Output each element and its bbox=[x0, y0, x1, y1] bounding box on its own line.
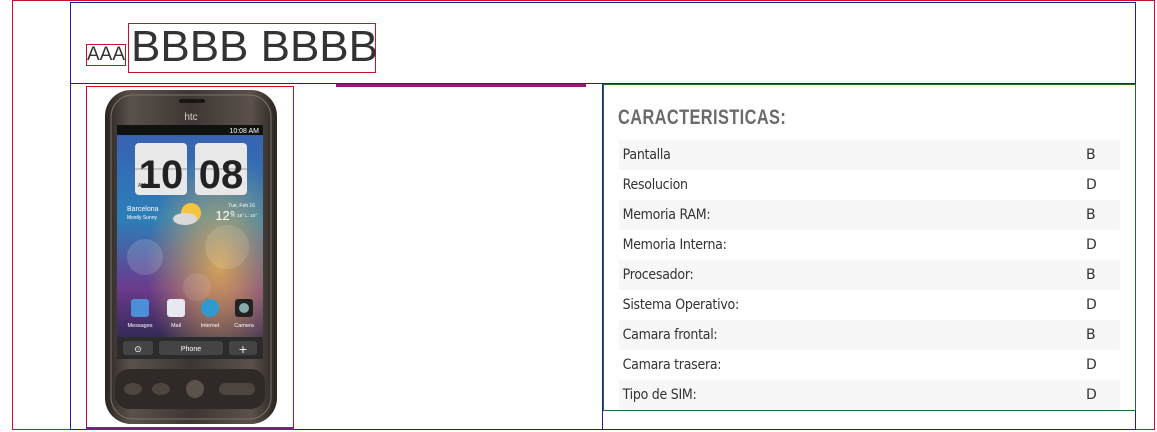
spec-label: Camara trasera: bbox=[622, 357, 722, 373]
image-underline bbox=[86, 428, 294, 430]
spec-row-tipo-sim: Tipo de SIM: D bbox=[619, 380, 1120, 410]
app-label-messages: Messages bbox=[127, 323, 152, 329]
spec-value: D bbox=[1086, 237, 1097, 253]
weather-city: Barcelona bbox=[127, 206, 159, 213]
spec-value: D bbox=[1086, 357, 1097, 373]
spec-row-camara-frontal: Camara frontal: B bbox=[619, 320, 1120, 350]
specs-title: CARACTERISTICAS: bbox=[618, 106, 787, 129]
dock-phone-label: Phone bbox=[181, 346, 201, 353]
spec-label: Camara frontal: bbox=[622, 327, 718, 343]
spec-value: D bbox=[1086, 177, 1097, 193]
status-time: 10:08 AM bbox=[229, 128, 259, 135]
spec-row-procesador: Procesador: B bbox=[619, 260, 1120, 290]
spec-row-camara-trasera: Camara trasera: D bbox=[619, 350, 1120, 380]
spec-row-pantalla: Pantalla B bbox=[619, 140, 1120, 170]
spec-row-memoria-ram: Memoria RAM: B bbox=[619, 200, 1120, 230]
dock-plus-icon[interactable]: + bbox=[238, 343, 247, 356]
spec-label: Memoria Interna: bbox=[622, 237, 727, 253]
clock-hours: 10 bbox=[139, 153, 184, 197]
weather-condition: Mostly Sunny bbox=[127, 215, 158, 221]
spec-label: Memoria RAM: bbox=[622, 207, 711, 223]
phone-brand: htc bbox=[184, 112, 197, 123]
spec-value: B bbox=[1086, 327, 1096, 343]
product-image: htc 10:08 AM 10 08 AM Barcelona Mostly S… bbox=[86, 86, 294, 428]
spec-value: B bbox=[1086, 267, 1096, 283]
app-label-internet: Internet bbox=[201, 323, 220, 329]
app-label-camera: Camera bbox=[234, 323, 255, 329]
mail-icon[interactable] bbox=[167, 299, 185, 317]
weather-hilo: H: 16° L: 10° bbox=[231, 213, 257, 218]
app-label-mail: Mail bbox=[171, 323, 181, 329]
internet-icon[interactable] bbox=[201, 299, 219, 317]
spec-label: Resolucion bbox=[622, 177, 688, 193]
spec-label: Tipo de SIM: bbox=[622, 387, 697, 403]
specs-table: Pantalla B Resolucion D Memoria RAM: B M… bbox=[619, 140, 1120, 410]
divider-accent bbox=[336, 84, 586, 87]
clock-ampm: AM bbox=[138, 183, 146, 189]
spec-row-resolucion: Resolucion D bbox=[619, 170, 1120, 200]
page-title: BBBB BBBB bbox=[128, 23, 378, 73]
spec-row-memoria-interna: Memoria Interna: D bbox=[619, 230, 1120, 260]
spec-label: Pantalla bbox=[622, 147, 671, 163]
spec-value: D bbox=[1086, 297, 1097, 313]
htc-smartphone-image: htc 10:08 AM 10 08 AM Barcelona Mostly S… bbox=[105, 90, 277, 424]
spec-label: Procesador: bbox=[622, 267, 694, 283]
spec-value: B bbox=[1086, 207, 1096, 223]
messages-icon[interactable] bbox=[131, 299, 149, 317]
spec-value: D bbox=[1086, 387, 1097, 403]
spec-row-sistema-operativo: Sistema Operativo: D bbox=[619, 290, 1120, 320]
dock-home-icon[interactable]: ⊙ bbox=[134, 345, 142, 355]
brand-label: AAA bbox=[86, 44, 126, 66]
spec-value: B bbox=[1086, 147, 1096, 163]
clock-minutes: 08 bbox=[199, 153, 244, 197]
spec-label: Sistema Operativo: bbox=[622, 297, 740, 313]
